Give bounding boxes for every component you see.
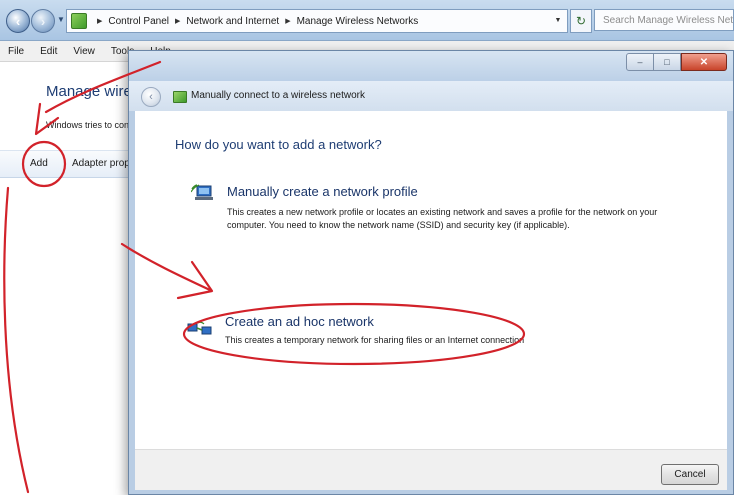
- menu-edit[interactable]: Edit: [32, 46, 65, 57]
- chevron-down-icon[interactable]: ▼: [551, 12, 565, 28]
- breadcrumb-manage-wireless[interactable]: Manage Wireless Networks: [297, 16, 419, 27]
- option-manual-profile-desc: This creates a new network profile or lo…: [227, 207, 658, 230]
- breadcrumb-separator-icon[interactable]: ▶: [97, 17, 102, 25]
- option-adhoc-desc: This creates a temporary network for sha…: [225, 335, 525, 345]
- add-network-dialog: – □ ✕ ‹ Manually connect to a wireless n…: [128, 50, 734, 495]
- breadcrumb-control-panel[interactable]: Control Panel: [108, 16, 169, 27]
- close-icon[interactable]: ✕: [681, 53, 727, 71]
- dialog-question: How do you want to add a network?: [175, 137, 382, 152]
- maximize-icon[interactable]: □: [654, 53, 681, 71]
- breadcrumb-separator-icon[interactable]: ▶: [175, 17, 180, 25]
- back-icon[interactable]: ‹: [6, 9, 30, 33]
- dialog-footer: Cancel: [135, 449, 727, 490]
- dialog-title: Manually connect to a wireless network: [191, 90, 365, 101]
- search-input[interactable]: Search Manage Wireless Networks: [594, 9, 734, 31]
- dialog-body: How do you want to add a network? Manual…: [135, 111, 727, 449]
- network-icon: [173, 91, 187, 103]
- breadcrumb-separator-icon[interactable]: ▶: [285, 17, 290, 25]
- command-bar: Add Adapter properties: [0, 150, 154, 178]
- add-button[interactable]: Add: [30, 158, 48, 169]
- option-adhoc-title[interactable]: Create an ad hoc network: [225, 314, 374, 329]
- cancel-button[interactable]: Cancel: [661, 464, 719, 485]
- dialog-titlebar[interactable]: – □ ✕: [129, 51, 733, 81]
- forward-icon[interactable]: ›: [31, 9, 55, 33]
- wireless-computer-icon[interactable]: [191, 183, 217, 203]
- window-controls: – □ ✕: [626, 53, 727, 71]
- breadcrumb-network-internet[interactable]: Network and Internet: [186, 16, 279, 27]
- refresh-icon[interactable]: ↻: [570, 9, 592, 33]
- menu-view[interactable]: View: [65, 46, 103, 57]
- recent-pages-icon[interactable]: ▼: [57, 15, 65, 24]
- menu-file[interactable]: File: [0, 46, 32, 57]
- control-panel-icon: [71, 13, 87, 29]
- minimize-icon[interactable]: –: [626, 53, 654, 71]
- option-manual-profile-title[interactable]: Manually create a network profile: [227, 184, 418, 199]
- explorer-titlebar: ‹ › ▼ ▶ Control Panel ▶ Network and Inte…: [0, 0, 734, 41]
- adhoc-network-icon[interactable]: [187, 318, 213, 338]
- back-icon[interactable]: ‹: [141, 87, 161, 107]
- address-bar[interactable]: ▶ Control Panel ▶ Network and Internet ▶…: [66, 9, 568, 33]
